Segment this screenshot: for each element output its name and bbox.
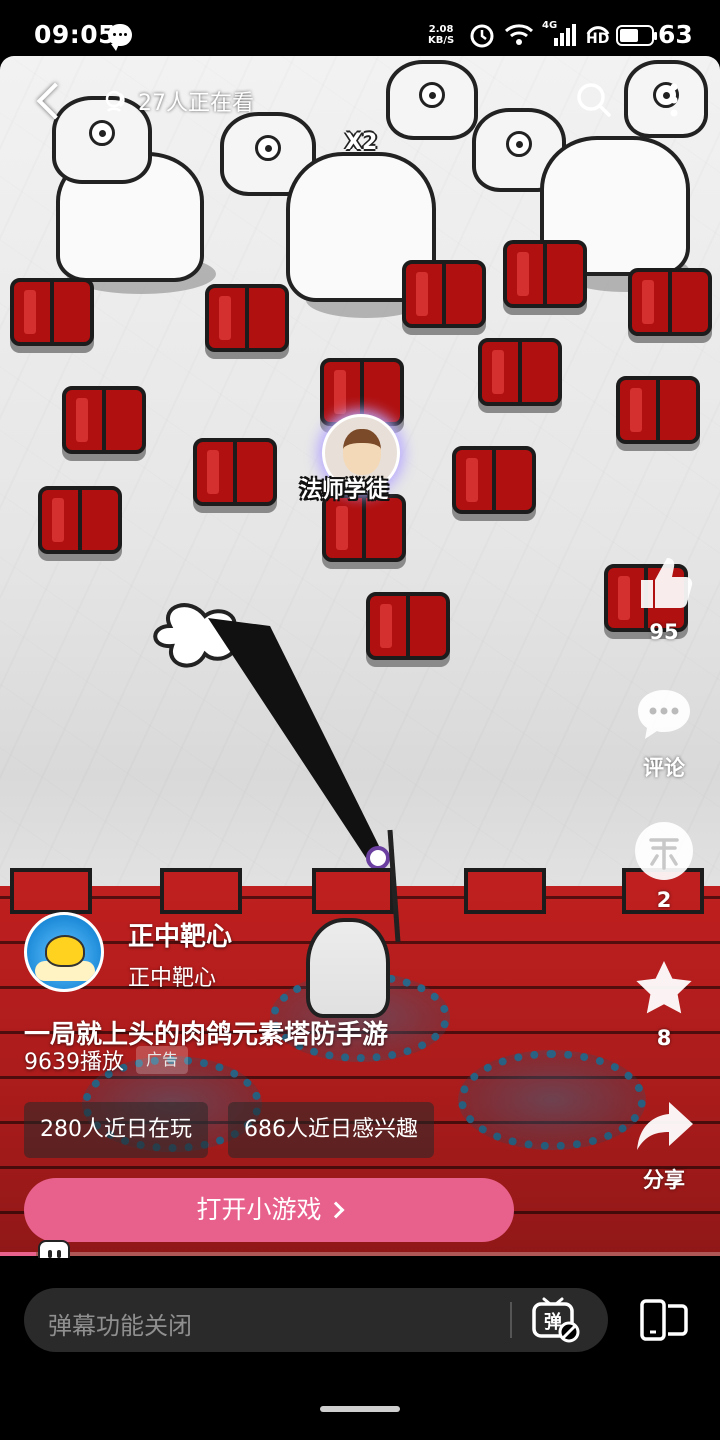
battery-percent: 63 [658, 20, 693, 49]
status-time: 09:05 [34, 20, 117, 49]
share-button[interactable]: 分享 [624, 1096, 704, 1194]
status-icons: 4G HD [468, 18, 612, 52]
red-crate [62, 386, 146, 454]
author-subtitle: 正中靶心 [128, 966, 217, 991]
portrait-landscape-icon [640, 1299, 688, 1341]
author-avatar[interactable] [24, 912, 104, 992]
cyclops-enemy [386, 60, 478, 140]
viewers-icon [105, 90, 125, 112]
video-player[interactable]: X2 法师学徒 [0, 56, 720, 1256]
ad-badge: 广告 [136, 1046, 189, 1074]
battery-icon [616, 25, 657, 46]
more-button[interactable] [664, 80, 684, 120]
red-crate [38, 486, 122, 554]
hd-icon: HD [584, 22, 612, 48]
players-chip: 280人近日在玩 [24, 1102, 208, 1158]
red-crate [402, 260, 486, 328]
red-crate [478, 338, 562, 406]
play-count: 9639播放 [24, 1050, 124, 1075]
red-crate [205, 284, 289, 352]
chevron-right-icon [327, 1201, 344, 1219]
favorite-count: 8 [656, 1026, 672, 1050]
wifi-icon [504, 24, 534, 45]
viewer-count: 27人正在看 [104, 84, 254, 118]
red-crate [452, 446, 536, 514]
red-crate [322, 494, 406, 562]
interest-chip: 686人近日感兴趣 [228, 1102, 434, 1158]
red-crate [616, 376, 700, 444]
share-arrow-icon [637, 1102, 693, 1150]
like-count: 95 [649, 620, 679, 644]
unit-label: 法师学徒 [300, 478, 389, 503]
coin-count: 2 [656, 888, 672, 912]
coin-button[interactable]: 2 [624, 820, 704, 912]
comment-label: 评论 [643, 756, 685, 780]
screen-mode-button[interactable] [638, 1298, 690, 1342]
open-mini-game-button[interactable]: 打开小游戏 [24, 1178, 514, 1242]
progress-fill [0, 1252, 36, 1256]
home-indicator[interactable] [320, 1406, 400, 1412]
author-name[interactable]: 正中靶心 [128, 916, 232, 953]
search-button[interactable] [574, 80, 614, 120]
comment-button[interactable]: 评论 [624, 684, 704, 782]
red-crate [10, 278, 94, 346]
more-icon [670, 83, 678, 117]
damage-multiplier: X2 [345, 130, 378, 155]
signal-icon: 4G [542, 20, 576, 48]
magic-beam [153, 603, 390, 870]
danmaku-toggle-button[interactable]: 弹 [530, 1296, 582, 1344]
thumbs-up-icon [641, 558, 693, 608]
divider [510, 1302, 512, 1338]
chat-bubble-icon [108, 24, 132, 51]
alarm-icon [470, 24, 494, 48]
progress-bar[interactable] [0, 1252, 720, 1256]
comment-icon [638, 690, 690, 739]
red-crate [193, 438, 277, 506]
search-icon [577, 83, 611, 117]
favorite-button[interactable]: 8 [624, 958, 704, 1050]
back-button[interactable] [34, 82, 64, 120]
star-icon [636, 961, 692, 1014]
like-button[interactable]: 95 [624, 552, 704, 644]
red-crate [503, 240, 587, 308]
share-label: 分享 [643, 1168, 685, 1192]
danmaku-off-icon: 弹 [532, 1297, 580, 1343]
red-crate [628, 268, 712, 336]
network-speed: 2.08 KB/S [428, 24, 455, 46]
coin-icon [635, 822, 693, 880]
danmaku-placeholder: 弹幕功能关闭 [48, 1312, 192, 1340]
